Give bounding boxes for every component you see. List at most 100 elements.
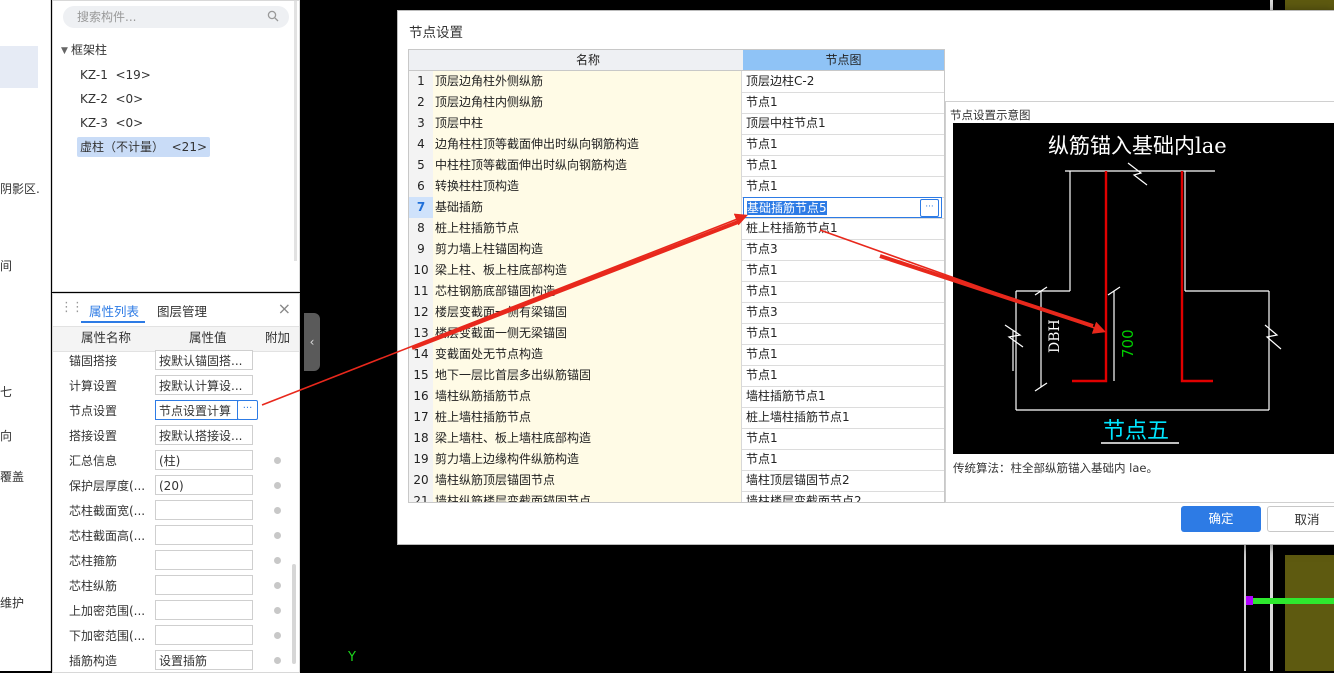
ok-button[interactable]: 确定 xyxy=(1181,506,1261,532)
property-value-field[interactable]: 节点设置计算 xyxy=(155,400,238,420)
grid-cell-node[interactable]: 节点3 xyxy=(743,239,943,260)
grid-cell-name[interactable]: 梁上柱、板上柱底部构造 xyxy=(433,260,742,281)
grid-cell-node[interactable]: 桩上墙柱插筋节点1 xyxy=(743,407,943,428)
grid-row[interactable]: 3 顶层中柱 顶层中柱节点1 xyxy=(409,113,944,135)
grid-cell-node[interactable]: 节点1 xyxy=(743,365,943,386)
drag-handle-icon[interactable]: ⋮⋮ xyxy=(60,300,84,315)
tree-scrollbar[interactable] xyxy=(294,1,297,261)
property-value-field[interactable] xyxy=(155,500,253,520)
property-value-field[interactable]: 按默认锚固搭... xyxy=(155,350,253,370)
grid-row[interactable]: 11 芯柱钢筋底部锚固构造 节点1 xyxy=(409,281,944,303)
tree-group-frame-column[interactable]: 框架柱 xyxy=(71,41,107,59)
grid-cell-name[interactable]: 墙柱纵筋顶层锚固节点 xyxy=(433,470,742,491)
extra-indicator-dot[interactable] xyxy=(274,657,281,664)
grid-row[interactable]: 14 变截面处无节点构造 节点1 xyxy=(409,344,944,366)
property-value-field[interactable] xyxy=(155,525,253,545)
grid-cell-name[interactable]: 梁上墙柱、板上墙柱底部构造 xyxy=(433,428,742,449)
grid-cell-node[interactable]: 墙柱顶层锚固节点2 xyxy=(743,470,943,491)
grid-cell-name[interactable]: 楼层变截面一侧有梁锚固 xyxy=(433,302,742,323)
property-value-field[interactable]: 按默认搭接设... xyxy=(155,425,253,445)
grid-row[interactable]: 20 墙柱纵筋顶层锚固节点 墙柱顶层锚固节点2 xyxy=(409,470,944,492)
grid-cell-name[interactable]: 顶层边角柱外侧纵筋 xyxy=(433,71,742,92)
grid-cell-name[interactable]: 墙柱纵筋楼层变截面锚固节点 xyxy=(433,491,742,502)
grid-row[interactable]: 18 梁上墙柱、板上墙柱底部构造 节点1 xyxy=(409,428,944,450)
ellipsis-button[interactable]: ··· xyxy=(237,400,258,420)
extra-indicator-dot[interactable] xyxy=(274,507,281,514)
grid-cell-node[interactable]: 节点1 xyxy=(743,260,943,281)
cancel-button[interactable]: 取消 xyxy=(1267,506,1334,532)
property-value-field[interactable] xyxy=(155,550,253,570)
grid-row[interactable]: 19 剪力墙上边缘构件纵筋构造 节点1 xyxy=(409,449,944,471)
grid-cell-name[interactable]: 桩上墙柱插筋节点 xyxy=(433,407,742,428)
grid-cell-node[interactable]: 节点3 xyxy=(743,302,943,323)
grid-cell-name[interactable]: 边角柱柱顶等截面伸出时纵向钢筋构造 xyxy=(433,134,742,155)
tree-item[interactable]: KZ-2 <0> xyxy=(80,90,143,108)
grid-row[interactable]: 16 墙柱纵筋插筋节点 墙柱插筋节点1 xyxy=(409,386,944,408)
grid-row[interactable]: 2 顶层边角柱内侧纵筋 节点1 xyxy=(409,92,944,114)
grid-cell-name[interactable]: 桩上柱插筋节点 xyxy=(433,218,742,239)
grid-cell-node[interactable]: 节点1 xyxy=(743,155,943,176)
extra-indicator-dot[interactable] xyxy=(274,557,281,564)
grid-cell-name[interactable]: 转换柱柱顶构造 xyxy=(433,176,742,197)
grid-cell-node[interactable]: 墙柱楼层变截面节点2 xyxy=(743,491,943,502)
grid-cell-name[interactable]: 基础插筋 xyxy=(433,197,742,218)
extra-indicator-dot[interactable] xyxy=(274,607,281,614)
grid-row[interactable]: 12 楼层变截面一侧有梁锚固 节点3 xyxy=(409,302,944,324)
grid-cell-node[interactable]: 节点1 xyxy=(743,344,943,365)
grid-row[interactable]: 8 桩上柱插筋节点 桩上柱插筋节点1 xyxy=(409,218,944,240)
left-strip-item[interactable]: 向 xyxy=(0,427,12,444)
grid-row[interactable]: 15 地下一层比首层多出纵筋锚固 节点1 xyxy=(409,365,944,387)
tab-layer-manager[interactable]: 图层管理 xyxy=(157,301,207,320)
grid-row[interactable]: 5 中柱柱顶等截面伸出时纵向钢筋构造 节点1 xyxy=(409,155,944,177)
extra-indicator-dot[interactable] xyxy=(274,457,281,464)
property-value-field[interactable] xyxy=(155,575,253,595)
tree-item[interactable]: KZ-1 <19> xyxy=(80,66,151,84)
grid-cell-node[interactable]: 节点1 xyxy=(743,281,943,302)
grid-cell-name[interactable]: 地下一层比首层多出纵筋锚固 xyxy=(433,365,742,386)
grid-cell-node[interactable]: 节点1 xyxy=(743,323,943,344)
grid-row[interactable]: 10 梁上柱、板上柱底部构造 节点1 xyxy=(409,260,944,282)
chevron-left-icon[interactable]: ‹ xyxy=(304,313,320,371)
grid-cell-node[interactable]: 顶层中柱节点1 xyxy=(743,113,943,134)
left-strip-item[interactable]: 阴影区. xyxy=(0,180,40,197)
grid-row[interactable]: 4 边角柱柱顶等截面伸出时纵向钢筋构造 节点1 xyxy=(409,134,944,156)
grid-cell-name[interactable]: 顶层中柱 xyxy=(433,113,742,134)
grid-cell-name[interactable]: 楼层变截面一侧无梁锚固 xyxy=(433,323,742,344)
grid-cell-name[interactable]: 剪力墙上柱锚固构造 xyxy=(433,239,742,260)
extra-indicator-dot[interactable] xyxy=(274,632,281,639)
grid-cell-name[interactable]: 墙柱纵筋插筋节点 xyxy=(433,386,742,407)
property-value-field[interactable]: (柱) xyxy=(155,450,253,470)
property-value-field[interactable]: 按默认计算设... xyxy=(155,375,253,395)
left-strip-item[interactable]: 间 xyxy=(0,257,12,274)
extra-indicator-dot[interactable] xyxy=(274,582,281,589)
ellipsis-button[interactable]: ··· xyxy=(920,199,939,217)
grid-cell-node[interactable]: 节点1 xyxy=(743,449,943,470)
left-strip-selected[interactable] xyxy=(0,46,38,88)
tab-property-list[interactable]: 属性列表 xyxy=(89,301,139,320)
grid-cell-name[interactable]: 变截面处无节点构造 xyxy=(433,344,742,365)
grid-row[interactable]: 9 剪力墙上柱锚固构造 节点3 xyxy=(409,239,944,261)
grid-cell-node[interactable]: 桩上柱插筋节点1 xyxy=(743,218,943,239)
extra-indicator-dot[interactable] xyxy=(274,532,281,539)
property-value-field[interactable]: 设置插筋 xyxy=(155,650,253,670)
search-icon[interactable] xyxy=(267,10,279,25)
property-value-field[interactable] xyxy=(155,625,253,645)
grid-cell-name[interactable]: 顶层边角柱内侧纵筋 xyxy=(433,92,742,113)
left-strip-item[interactable]: 覆盖 xyxy=(0,468,24,485)
extra-indicator-dot[interactable] xyxy=(274,482,281,489)
grid-cell-node[interactable]: 节点1 xyxy=(743,176,943,197)
property-value-field[interactable] xyxy=(155,600,253,620)
grid-row[interactable]: 17 桩上墙柱插筋节点 桩上墙柱插筋节点1 xyxy=(409,407,944,429)
grid-cell-node[interactable]: 节点1 xyxy=(743,428,943,449)
search-input[interactable] xyxy=(75,9,259,25)
grid-cell-node[interactable]: 节点1 xyxy=(743,134,943,155)
grid-cell-node[interactable]: 墙柱插筋节点1 xyxy=(743,386,943,407)
grid-row[interactable]: 21 墙柱纵筋楼层变截面锚固节点 墙柱楼层变截面节点2 xyxy=(409,491,944,502)
tree-item-selected[interactable]: 虚柱（不计量） <21> xyxy=(77,137,211,157)
grid-cell-name[interactable]: 中柱柱顶等截面伸出时纵向钢筋构造 xyxy=(433,155,742,176)
grid-row[interactable]: 1 顶层边角柱外侧纵筋 顶层边柱C-2 xyxy=(409,71,944,93)
tree-expand-icon[interactable]: ▼ xyxy=(61,42,68,60)
grid-cell-name[interactable]: 芯柱钢筋底部锚固构造 xyxy=(433,281,742,302)
left-strip-item[interactable]: 维护 xyxy=(0,594,24,611)
grid-row[interactable]: 13 楼层变截面一侧无梁锚固 节点1 xyxy=(409,323,944,345)
